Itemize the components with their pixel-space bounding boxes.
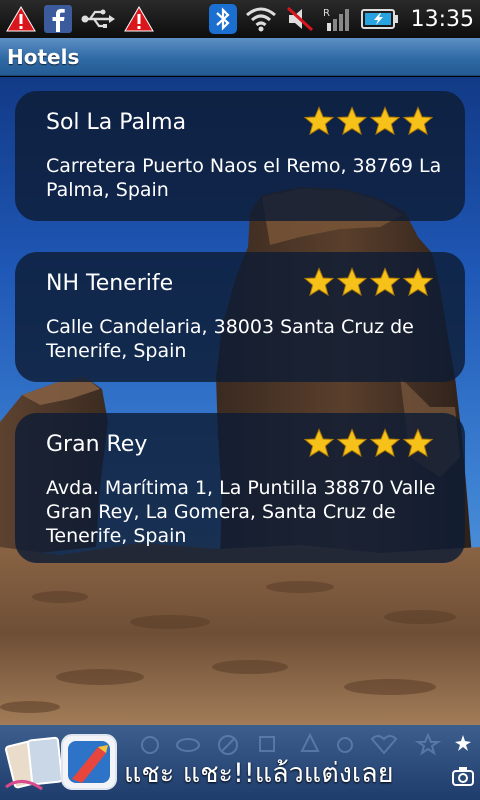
star-icon (370, 267, 400, 297)
warning-icon (6, 5, 36, 33)
star-icon (370, 106, 400, 136)
camera-sparkle-icon (452, 735, 474, 786)
star-rating (304, 267, 433, 297)
ad-banner[interactable]: แชะ แชะ!!แล้วแต่งเลย (0, 725, 480, 800)
star-icon (304, 106, 334, 136)
star-icon (403, 106, 433, 136)
signal-icon: R (323, 5, 353, 33)
muted-speaker-icon (285, 5, 315, 33)
warning-icon (124, 5, 154, 33)
status-bar: R 13:35 (0, 0, 480, 38)
battery-charging-icon (360, 8, 399, 30)
star-icon (370, 428, 400, 458)
hotel-address: Calle Candelaria, 38003 Santa Cruz de Te… (46, 316, 414, 362)
background-photo: Sol La Palma Carretera Puerto Naos el Re… (0, 77, 480, 725)
facebook-icon (44, 5, 72, 33)
clock: 13:35 (410, 6, 474, 32)
hotel-card[interactable]: Sol La Palma Carretera Puerto Naos el Re… (15, 91, 465, 221)
page-title: Hotels (7, 44, 80, 69)
star-icon (304, 428, 334, 458)
hotel-address: Carretera Puerto Naos el Remo, 38769 La … (46, 155, 442, 201)
star-icon (337, 428, 367, 458)
hotel-card[interactable]: Gran Rey Avda. Marítima 1, La Puntilla 3… (15, 413, 465, 563)
ad-text: แชะ แชะ!!แล้วแต่งเลย (124, 758, 394, 789)
notification-icons (6, 5, 154, 33)
star-icon (337, 106, 367, 136)
photo-editor-app-icon (5, 734, 117, 791)
svg-text:R: R (323, 8, 330, 19)
wifi-icon (245, 6, 277, 32)
usb-icon (80, 7, 116, 31)
bluetooth-icon (208, 4, 237, 34)
star-icon (337, 267, 367, 297)
star-icon (403, 267, 433, 297)
star-icon (304, 267, 334, 297)
hotel-card[interactable]: NH Tenerife Calle Candelaria, 38003 Sant… (15, 252, 465, 382)
star-rating (304, 428, 433, 458)
title-bar: Hotels (0, 38, 480, 76)
star-icon (403, 428, 433, 458)
star-rating (304, 106, 433, 136)
hotel-address: Avda. Marítima 1, La Puntilla 38870 Vall… (46, 477, 436, 547)
system-icons: R 13:35 (208, 4, 474, 34)
